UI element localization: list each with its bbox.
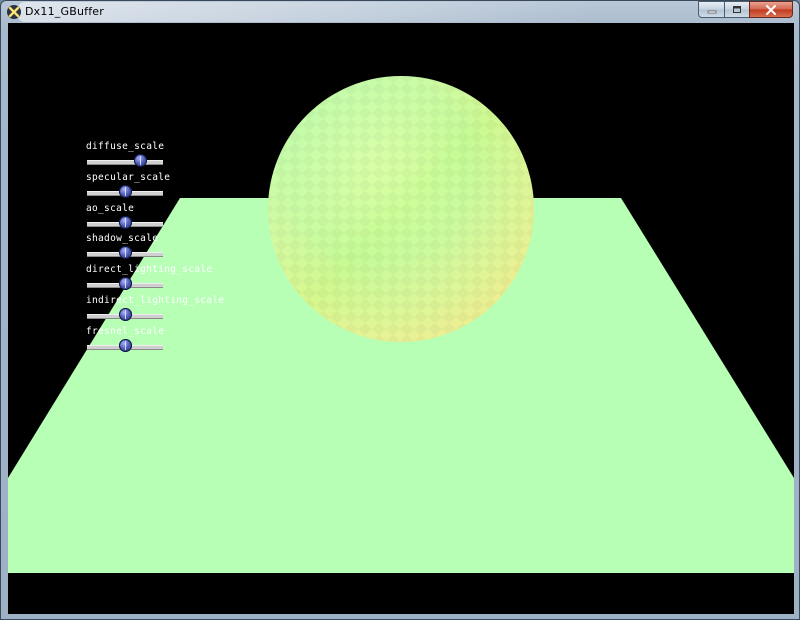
slider-thumb[interactable] — [118, 215, 132, 229]
sphere-facets — [268, 76, 534, 342]
slider-track[interactable] — [87, 160, 163, 165]
maximize-icon — [733, 5, 741, 13]
minimize-icon — [707, 10, 716, 13]
window-title: Dx11_GBuffer — [25, 5, 104, 18]
slider-label: ao_scale — [86, 202, 135, 214]
directx-app-icon[interactable] — [6, 4, 22, 20]
slider-label: specular_scale — [86, 171, 171, 183]
slider-thumb[interactable] — [133, 154, 147, 167]
title-bar[interactable]: Dx11_GBuffer — [1, 1, 799, 23]
app-window: Dx11_GBuffer diffuse_scale specular_scal… — [0, 0, 800, 620]
slider-specular-scale: specular_scale — [86, 172, 206, 203]
slider-thumb[interactable] — [118, 277, 132, 291]
slider-thumb[interactable] — [118, 338, 132, 352]
slider-label: fresnel_scale — [86, 325, 165, 337]
close-icon — [766, 4, 776, 15]
slider-indirect-lighting-scale: indirect_lighting_scale — [86, 295, 224, 326]
slider-label: direct_lighting_scale — [86, 264, 213, 276]
slider-label: diffuse_scale — [86, 141, 165, 152]
slider-thumb[interactable] — [118, 246, 132, 260]
slider-ao-scale: ao_scale — [86, 203, 206, 234]
slider-diffuse-scale: diffuse_scale — [86, 141, 206, 172]
close-button[interactable] — [749, 1, 793, 18]
caption-buttons — [698, 1, 793, 19]
slider-direct-lighting-scale: direct_lighting_scale — [86, 264, 212, 295]
maximize-button[interactable] — [724, 1, 749, 18]
slider-thumb[interactable] — [118, 308, 132, 321]
minimize-button[interactable] — [698, 1, 724, 18]
slider-fresnel-scale: fresnel_scale — [86, 326, 206, 357]
slider-label: indirect_lighting_scale — [86, 295, 225, 306]
render-viewport[interactable]: diffuse_scale specular_scale ao_scaleshado… — [8, 23, 794, 614]
slider-shadow-scale: shadow_scale — [86, 233, 206, 264]
title-highlight — [17, 2, 597, 22]
slider-thumb[interactable] — [118, 184, 132, 198]
slider-label: shadow_scale — [86, 233, 159, 245]
